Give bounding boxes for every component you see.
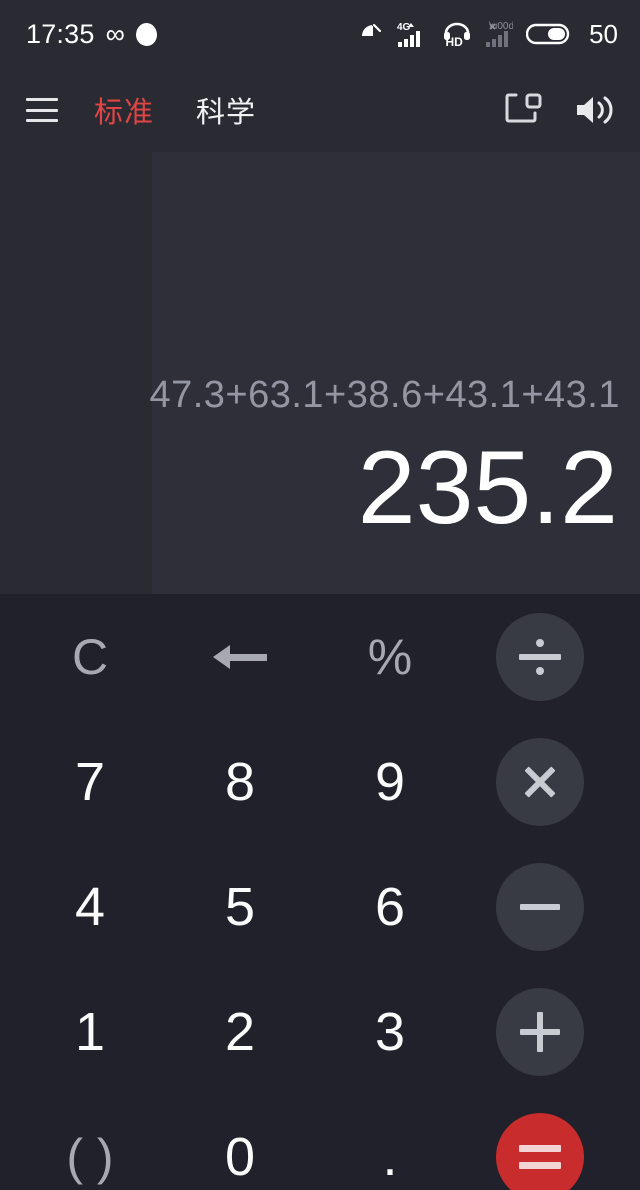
- digit-4-label: 4: [74, 876, 106, 937]
- digit-7-key[interactable]: 7: [15, 719, 165, 844]
- floating-window-icon[interactable]: [504, 91, 544, 129]
- keypad-row: ( ) 0 .: [0, 1094, 640, 1190]
- digit-1-label: 1: [74, 1001, 106, 1062]
- status-bar-right: 4G HD \u00d7: [358, 19, 618, 50]
- status-bar-left: 17:35 ∞: [26, 19, 157, 50]
- signal-4g-icon: 4G: [397, 20, 429, 48]
- tab-scientific[interactable]: 科学: [196, 89, 256, 131]
- digit-3-label: 3: [374, 1001, 406, 1062]
- svg-text:HD: HD: [446, 35, 464, 48]
- menu-icon-line: [26, 108, 58, 112]
- digit-1-key[interactable]: 1: [15, 969, 165, 1094]
- divide-key-circle: [496, 612, 584, 701]
- backspace-icon-shaft: [227, 653, 267, 661]
- app-toolbar: 标准 科学: [0, 68, 640, 152]
- digit-0-label: 0: [224, 1126, 256, 1187]
- parentheses-key-label: ( ): [66, 1128, 114, 1185]
- digit-5-key[interactable]: 5: [165, 844, 315, 969]
- equals-key[interactable]: [465, 1094, 615, 1190]
- status-time: 17:35: [26, 18, 95, 49]
- result-text: 235.2: [357, 430, 618, 546]
- svg-text:4G: 4G: [397, 22, 411, 33]
- digit-9-label: 9: [374, 751, 406, 812]
- equals-key-circle: [496, 1112, 584, 1190]
- percent-key-label: %: [367, 628, 413, 685]
- calculator-display[interactable]: 47.3+63.1+38.6+43.1+43.1 235.2: [0, 152, 640, 594]
- mute-icon: [358, 21, 384, 47]
- backspace-icon: [213, 642, 267, 672]
- divide-icon: [519, 638, 561, 676]
- multiply-key[interactable]: [465, 719, 615, 844]
- parentheses-key[interactable]: ( ): [15, 1094, 165, 1190]
- equals-icon: [519, 1144, 561, 1169]
- tab-standard[interactable]: 标准: [94, 89, 154, 131]
- signal-secondary-icon: \u00d7: [485, 20, 513, 48]
- hd-voice-icon: HD: [442, 20, 472, 48]
- bubble-dot-icon: [135, 22, 157, 46]
- decimal-point-label: .: [382, 1126, 398, 1187]
- digit-2-label: 2: [224, 1001, 256, 1062]
- minus-icon: [520, 903, 560, 910]
- plus-icon: [520, 1011, 560, 1052]
- digit-9-key[interactable]: 9: [315, 719, 465, 844]
- keypad-row: C %: [0, 594, 640, 719]
- digit-2-key[interactable]: 2: [165, 969, 315, 1094]
- digit-4-key[interactable]: 4: [15, 844, 165, 969]
- plus-key-circle: [496, 987, 584, 1076]
- status-bar: 17:35 ∞ 4G HD \u00d 50: [0, 0, 640, 68]
- menu-icon[interactable]: [26, 98, 58, 122]
- plus-key[interactable]: [465, 969, 615, 1094]
- percent-key[interactable]: %: [315, 594, 465, 719]
- multiply-icon: [521, 763, 559, 801]
- keypad-row: 4 5 6: [0, 844, 640, 969]
- minus-key[interactable]: [465, 844, 615, 969]
- digit-6-label: 6: [374, 876, 406, 937]
- keypad-row: 1 2 3: [0, 969, 640, 1094]
- digit-8-key[interactable]: 8: [165, 719, 315, 844]
- digit-8-label: 8: [224, 751, 256, 812]
- digit-7-label: 7: [74, 751, 106, 812]
- toolbar-actions: [504, 91, 616, 129]
- digit-6-key[interactable]: 6: [315, 844, 465, 969]
- decimal-point-key[interactable]: .: [315, 1094, 465, 1190]
- divide-key[interactable]: [465, 594, 615, 719]
- clear-key[interactable]: C: [15, 594, 165, 719]
- keypad-row: 7 8 9: [0, 719, 640, 844]
- expression-text: 47.3+63.1+38.6+43.1+43.1: [149, 374, 620, 416]
- clear-key-label: C: [71, 628, 109, 685]
- menu-icon-line: [26, 98, 58, 101]
- multiply-key-circle: [496, 737, 584, 826]
- battery-icon: [526, 21, 572, 47]
- calculator-app: 17:35 ∞ 4G HD \u00d 50 标准 科学 47.3+63.1+3…: [0, 0, 640, 1190]
- infinity-icon: ∞: [105, 18, 125, 49]
- digit-0-key[interactable]: 0: [165, 1094, 315, 1190]
- digit-3-key[interactable]: 3: [315, 969, 465, 1094]
- backspace-key[interactable]: [165, 594, 315, 719]
- volume-icon[interactable]: [574, 91, 616, 129]
- calculator-keypad: C % 7 8 9 4 5 6 1 2 3 () 0 .: [0, 594, 640, 1190]
- minus-key-circle: [496, 862, 584, 951]
- digit-5-label: 5: [224, 876, 256, 937]
- battery-level: 50: [589, 18, 618, 49]
- menu-icon-line: [26, 119, 58, 122]
